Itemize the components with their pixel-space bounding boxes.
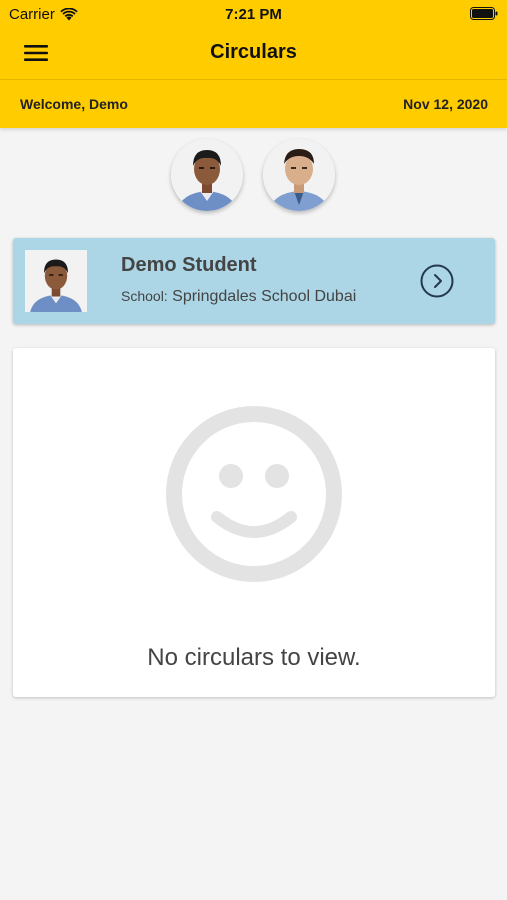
student-photo-icon (171, 139, 243, 211)
school-info: School: Springdales School Dubai (121, 288, 356, 306)
empty-state-message: No circulars to view. (147, 644, 361, 671)
smiley-face-icon (166, 406, 342, 582)
student-card[interactable]: Demo Student School: Springdales School … (13, 238, 495, 324)
chevron-right-circle-icon[interactable] (420, 264, 454, 298)
welcome-bar: Welcome, Demo Nov 12, 2020 (0, 80, 507, 128)
student-avatar-2[interactable] (263, 139, 335, 211)
empty-state-panel: No circulars to view. (13, 348, 495, 697)
student-avatar-1[interactable] (171, 139, 243, 211)
student-name: Demo Student (121, 254, 257, 276)
page-title: Circulars (210, 41, 297, 63)
school-name: Springdales School Dubai (172, 288, 357, 305)
student-photo-icon (263, 139, 335, 211)
school-label: School: (121, 288, 168, 304)
student-card-photo (25, 250, 87, 312)
student-photo-icon (25, 250, 87, 312)
welcome-greeting: Welcome, Demo (20, 96, 128, 112)
battery-icon (470, 7, 498, 20)
current-date: Nov 12, 2020 (403, 96, 488, 112)
nav-bar: Circulars (0, 28, 507, 80)
status-time: 7:21 PM (225, 6, 282, 23)
status-bar: Carrier 7:21 PM (0, 0, 507, 28)
